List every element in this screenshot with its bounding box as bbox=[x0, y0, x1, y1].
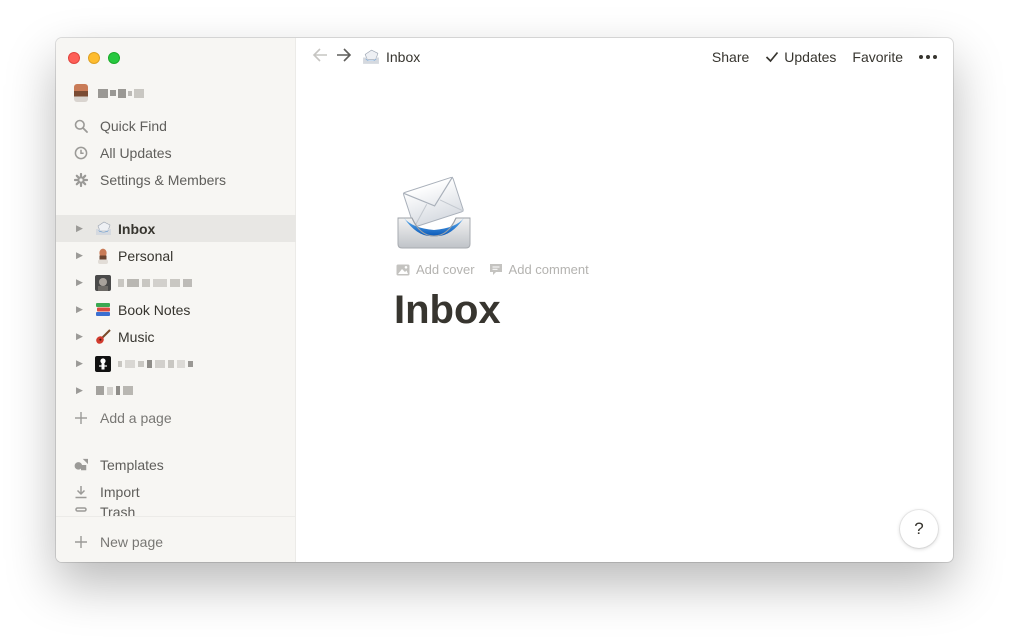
templates-button[interactable]: Templates bbox=[56, 451, 296, 478]
add-comment-label: Add comment bbox=[508, 262, 589, 277]
settings-members-button[interactable]: Settings & Members bbox=[56, 166, 296, 193]
add-page-button[interactable]: Add a page bbox=[56, 404, 296, 431]
updates-button[interactable]: Updates bbox=[765, 49, 836, 65]
new-page-label: New page bbox=[100, 533, 164, 550]
breadcrumb[interactable]: Inbox bbox=[362, 49, 420, 65]
breadcrumb-label: Inbox bbox=[386, 49, 421, 65]
window-controls bbox=[68, 52, 120, 64]
redacted-page-title bbox=[96, 386, 133, 395]
back-arrow-icon[interactable] bbox=[312, 47, 328, 67]
all-updates-label: All Updates bbox=[100, 144, 172, 161]
trash-icon bbox=[74, 506, 88, 516]
trash-button[interactable]: Trash bbox=[56, 505, 296, 516]
page-icon-inbox-tray[interactable] bbox=[394, 174, 474, 254]
app-window: Quick Find All Updates Settings & Member… bbox=[56, 38, 953, 562]
topbar-actions: Share Updates Favorite bbox=[712, 38, 937, 76]
expand-triangle-icon[interactable]: ▶ bbox=[76, 304, 88, 315]
inbox-tray-icon bbox=[362, 49, 380, 65]
skeleton-icon bbox=[94, 355, 112, 373]
page-meta-controls: Add cover Add comment bbox=[396, 262, 589, 277]
download-icon bbox=[74, 485, 88, 499]
help-button[interactable]: ? bbox=[900, 510, 938, 548]
all-updates-button[interactable]: All Updates bbox=[56, 139, 296, 166]
quick-find-button[interactable]: Quick Find bbox=[56, 112, 296, 139]
search-icon bbox=[74, 119, 88, 133]
guitar-icon bbox=[94, 328, 112, 346]
sidebar-page-music[interactable]: ▶ Music bbox=[56, 323, 296, 350]
inbox-tray-icon bbox=[94, 220, 112, 238]
add-page-label: Add a page bbox=[100, 409, 172, 426]
sidebar-page-label: Personal bbox=[118, 247, 174, 264]
expand-triangle-icon[interactable]: ▶ bbox=[76, 385, 88, 396]
workspace-switcher[interactable] bbox=[74, 84, 144, 102]
redacted-page-title bbox=[118, 359, 193, 368]
topbar: Inbox Share Updates Favorite bbox=[296, 38, 953, 76]
comment-icon bbox=[489, 264, 502, 275]
quick-find-label: Quick Find bbox=[100, 117, 167, 134]
add-cover-button[interactable]: Add cover bbox=[396, 262, 475, 277]
sidebar-page-redacted[interactable]: ▶ bbox=[56, 377, 296, 404]
templates-label: Templates bbox=[100, 456, 164, 473]
sidebar: Quick Find All Updates Settings & Member… bbox=[56, 38, 296, 562]
sidebar-divider bbox=[56, 516, 296, 517]
clock-icon bbox=[74, 146, 88, 160]
sidebar-page-inbox[interactable]: ▶ Inbox bbox=[56, 215, 296, 242]
expand-triangle-icon[interactable]: ▶ bbox=[76, 358, 88, 369]
gear-icon bbox=[74, 172, 88, 187]
maximize-window-button[interactable] bbox=[108, 52, 120, 64]
check-icon bbox=[766, 51, 779, 63]
shapes-icon bbox=[74, 458, 88, 472]
expand-triangle-icon[interactable]: ▶ bbox=[76, 223, 88, 234]
image-icon bbox=[396, 264, 410, 275]
new-page-button[interactable]: New page bbox=[56, 528, 296, 555]
page-title[interactable]: Inbox bbox=[394, 288, 501, 333]
sidebar-page-label: Inbox bbox=[118, 220, 156, 237]
history-nav bbox=[312, 47, 352, 67]
workspace-name-redacted bbox=[98, 88, 144, 98]
trash-label: Trash bbox=[100, 505, 136, 516]
minimize-window-button[interactable] bbox=[88, 52, 100, 64]
expand-triangle-icon[interactable]: ▶ bbox=[76, 277, 88, 288]
sidebar-page-label: Music bbox=[118, 328, 155, 345]
settings-members-label: Settings & Members bbox=[100, 171, 227, 188]
add-cover-label: Add cover bbox=[416, 262, 475, 277]
sidebar-page-book-notes[interactable]: ▶ Book Notes bbox=[56, 296, 296, 323]
books-icon bbox=[94, 301, 112, 319]
plus-icon bbox=[74, 535, 88, 549]
photo-avatar-icon bbox=[94, 274, 112, 292]
sidebar-page-personal[interactable]: ▶ Personal bbox=[56, 242, 296, 269]
expand-triangle-icon[interactable]: ▶ bbox=[76, 250, 88, 261]
sidebar-page-label: Book Notes bbox=[118, 301, 191, 318]
sidebar-page-redacted[interactable]: ▶ bbox=[56, 350, 296, 377]
share-button[interactable]: Share bbox=[712, 49, 749, 65]
person-avatar-icon bbox=[94, 247, 112, 265]
forward-arrow-icon[interactable] bbox=[336, 47, 352, 67]
redacted-page-title bbox=[118, 278, 192, 287]
close-window-button[interactable] bbox=[68, 52, 80, 64]
add-comment-button[interactable]: Add comment bbox=[489, 262, 589, 277]
avatar bbox=[74, 84, 88, 102]
import-button[interactable]: Import bbox=[56, 478, 296, 505]
more-options-icon[interactable] bbox=[919, 55, 937, 59]
plus-icon bbox=[74, 411, 88, 425]
sidebar-page-redacted[interactable]: ▶ bbox=[56, 269, 296, 296]
import-label: Import bbox=[100, 483, 140, 500]
favorite-button[interactable]: Favorite bbox=[852, 49, 903, 65]
expand-triangle-icon[interactable]: ▶ bbox=[76, 331, 88, 342]
updates-label: Updates bbox=[784, 49, 837, 65]
